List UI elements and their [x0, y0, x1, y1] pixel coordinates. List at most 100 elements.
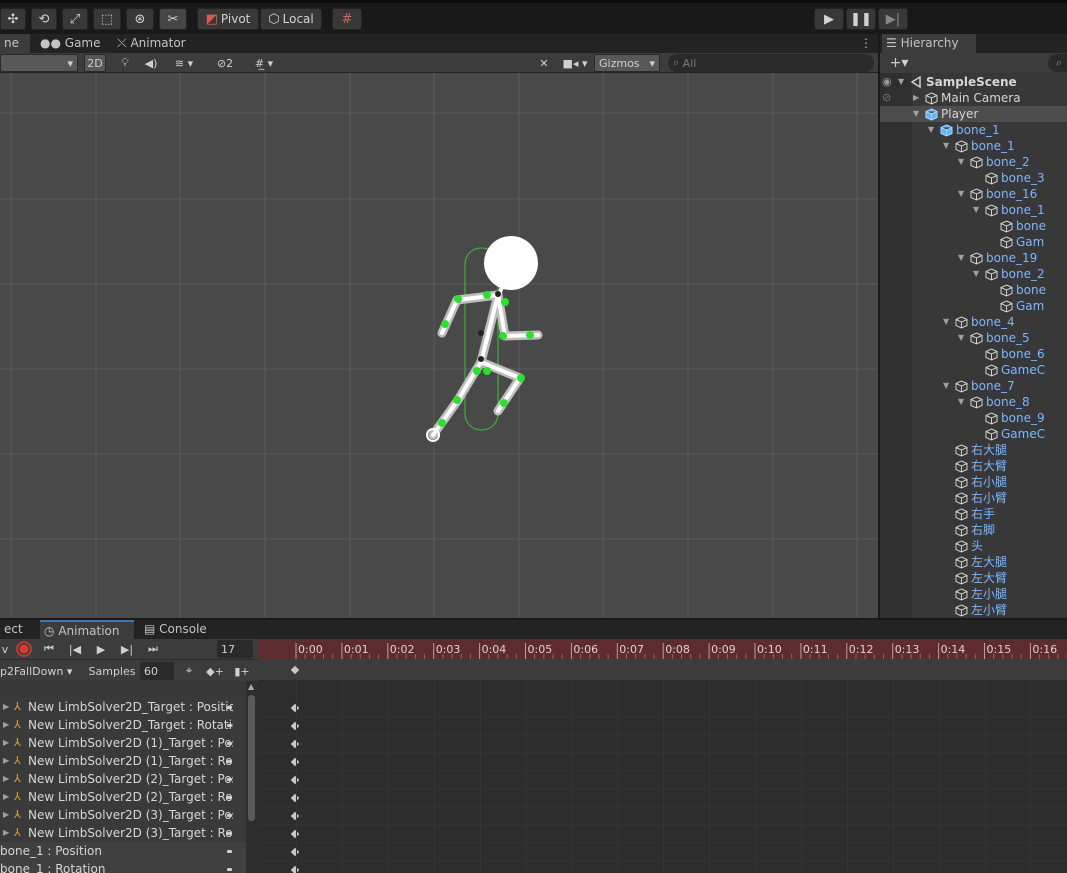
property-row[interactable]: ▶ ⅄ New LimbSolver2D_Target : Position [0, 698, 246, 716]
last-keyframe-button[interactable]: ⏭ [142, 640, 164, 658]
expand-arrow-icon[interactable]: ▶ [3, 734, 9, 752]
keyframe-diamond[interactable] [290, 865, 300, 873]
property-row[interactable]: ▶ ⅄ New LimbSolver2D (2)_Target : Rotation [0, 788, 246, 806]
hierarchy-item[interactable]: GameC [880, 426, 1067, 442]
tab-console[interactable]: ▤ Console [140, 620, 211, 639]
tab-scene[interactable]: ne [0, 34, 30, 53]
hierarchy-item[interactable]: ▼ bone_5 [880, 330, 1067, 346]
property-row[interactable]: ▶ ⅄ New LimbSolver2D (1)_Target : Rotation [0, 752, 246, 770]
property-options-icon[interactable] [227, 742, 232, 745]
property-options-icon[interactable] [227, 832, 232, 835]
next-keyframe-button[interactable]: ▶| [116, 640, 138, 658]
rect-tool-button[interactable]: ⬚ [93, 8, 121, 30]
timeline-ruler[interactable]: 0:00 0:01 0:02 0:03 0:04 0:05 0:06 0:07 0:08 0:09… [258, 639, 1067, 659]
hierarchy-item[interactable]: ▼ bone_1 [880, 138, 1067, 154]
scale-tool-button[interactable]: ⤢ [62, 8, 88, 30]
property-row[interactable]: bone_1 : Position [0, 842, 246, 860]
camera-dropdown[interactable]: ■◂ ▾ [560, 54, 590, 72]
property-row[interactable]: bone_1 : Rotation [0, 860, 246, 873]
property-options-icon[interactable] [227, 724, 232, 727]
hidden-objects-toggle[interactable]: ⊘ 2 [208, 54, 242, 72]
keyframe-diamond[interactable] [290, 793, 300, 803]
expand-arrow-icon[interactable]: ▶ [3, 716, 9, 734]
keyframe-diamond[interactable] [290, 703, 300, 713]
prev-keyframe-button[interactable]: |◀ [64, 640, 86, 658]
custom-tool-button[interactable]: ✂ [159, 8, 187, 30]
move-tool-button[interactable]: ✣ [0, 8, 26, 30]
hierarchy-item[interactable]: bone [880, 282, 1067, 298]
gizmos-dropdown[interactable]: Gizmos ▾ [594, 54, 660, 72]
hierarchy-item[interactable]: 右手 [880, 506, 1067, 522]
expand-arrow-icon[interactable]: ▶ [3, 824, 9, 842]
transform-tool-button[interactable]: ⊛ [126, 8, 154, 30]
hierarchy-item[interactable]: ▼ bone_4 [880, 314, 1067, 330]
draw-mode-dropdown[interactable]: ▾ [0, 54, 78, 72]
grid-dropdown[interactable]: #̲ ▾ [244, 54, 284, 72]
keyframe-diamond[interactable] [290, 829, 300, 839]
keyframe-diamond[interactable] [290, 775, 300, 785]
property-options-icon[interactable] [227, 814, 232, 817]
visibility-eye-icon[interactable]: ◉ [882, 74, 892, 90]
property-options-icon[interactable] [227, 760, 232, 763]
scene-search-input[interactable]: ⌕ All [668, 54, 874, 72]
tab-project[interactable]: ect [0, 620, 27, 639]
property-row[interactable]: ▶ ⅄ New LimbSolver2D (1)_Target : Position [0, 734, 246, 752]
expand-arrow-icon[interactable]: ▶ [3, 770, 9, 788]
hierarchy-item[interactable]: GameC [880, 362, 1067, 378]
keyframe-diamond[interactable] [290, 739, 300, 749]
keyframe-diamond[interactable] [290, 847, 300, 857]
hierarchy-item[interactable]: 右大腿 [880, 442, 1067, 458]
hierarchy-item[interactable]: Gam [880, 298, 1067, 314]
hierarchy-item[interactable]: 左大腿 [880, 554, 1067, 570]
hierarchy-item[interactable]: 左大臂 [880, 570, 1067, 586]
hierarchy-item[interactable]: ▼ SampleScene ◉ [880, 74, 1067, 90]
expand-arrow-icon[interactable]: ▶ [3, 788, 9, 806]
collapse-arrow-icon[interactable]: ▼ [943, 378, 949, 394]
property-scrollbar[interactable]: ▲ [246, 681, 258, 873]
keyframe-diamond[interactable] [290, 721, 300, 731]
collapse-arrow-icon[interactable]: ▼ [943, 314, 949, 330]
local-toggle[interactable]: ⬡ Local [260, 8, 322, 30]
play-animation-button[interactable]: ▶ [90, 640, 112, 658]
property-options-icon[interactable] [227, 850, 232, 853]
collapse-arrow-icon[interactable]: ▼ [958, 250, 964, 266]
property-row[interactable]: ▶ ⅄ New LimbSolver2D (3)_Target : Rotation [0, 824, 246, 842]
grid-snap-button[interactable]: # [332, 8, 362, 30]
collapse-arrow-icon[interactable]: ▼ [958, 394, 964, 410]
hierarchy-item[interactable]: bone_9 [880, 410, 1067, 426]
hidden-eye-icon[interactable]: ⊘ [882, 90, 891, 106]
pause-button[interactable]: ❚❚ [846, 8, 876, 30]
hierarchy-item[interactable]: 右大臂 [880, 458, 1067, 474]
property-row[interactable]: ▶ ⅄ New LimbSolver2D (2)_Target : Position [0, 770, 246, 788]
rotate-tool-button[interactable]: ⟲ [31, 8, 57, 30]
tab-hierarchy[interactable]: ☰ Hierarchy [882, 34, 976, 53]
step-button[interactable]: ▶| [878, 8, 908, 30]
hierarchy-item[interactable]: 头 [880, 538, 1067, 554]
scene-canvas[interactable] [0, 73, 878, 618]
record-button[interactable] [14, 640, 34, 658]
collapse-arrow-icon[interactable]: ▼ [928, 122, 934, 138]
lighting-toggle[interactable]: 💡︎ [115, 54, 135, 72]
summary-track[interactable] [258, 659, 1067, 681]
collapse-arrow-icon[interactable]: ▼ [958, 330, 964, 346]
collapse-arrow-icon[interactable]: ▼ [958, 186, 964, 202]
samples-field[interactable]: 60 [140, 662, 174, 680]
collapse-arrow-icon[interactable]: ▼ [943, 138, 949, 154]
hierarchy-tree[interactable]: ▼ SampleScene ◉ ▶ Main Camera ⊘ ▼ Player ▼ bone_1… [878, 73, 1067, 618]
frame-field[interactable]: 17 [217, 640, 253, 658]
hierarchy-item[interactable]: ▼ bone_19 [880, 250, 1067, 266]
keyframe-diamond[interactable] [290, 757, 300, 767]
hierarchy-item[interactable]: ▼ bone_1 [880, 202, 1067, 218]
expand-arrow-icon[interactable]: ▶ [3, 752, 9, 770]
play-button[interactable]: ▶ [814, 8, 844, 30]
property-options-icon[interactable] [227, 778, 232, 781]
property-row[interactable]: ▶ ⅄ New LimbSolver2D_Target : Rotation [0, 716, 246, 734]
hierarchy-item[interactable]: 右小臂 [880, 490, 1067, 506]
hierarchy-item[interactable]: ▼ bone_16 [880, 186, 1067, 202]
tools-overlay-button[interactable]: ✕ [534, 54, 554, 72]
add-keyframe-button[interactable]: ◆+ [204, 662, 226, 680]
hierarchy-search-input[interactable]: ⌕ [1048, 54, 1067, 72]
collapse-arrow-icon[interactable]: ▼ [973, 202, 979, 218]
collapse-arrow-icon[interactable]: ▼ [898, 74, 904, 90]
create-button[interactable]: +▾ [886, 54, 912, 72]
